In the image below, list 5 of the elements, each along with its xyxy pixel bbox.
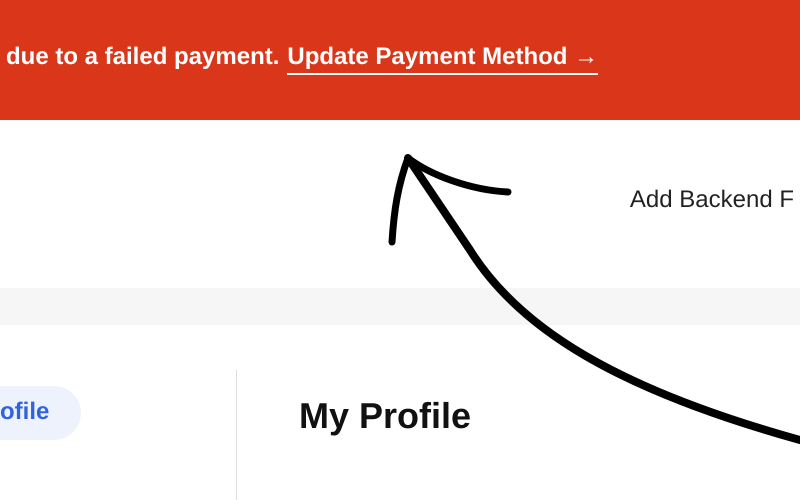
banner-message: due to a failed payment. <box>6 43 280 71</box>
add-backend-link[interactable]: Add Backend F <box>630 186 794 214</box>
sidebar-item[interactable]: ofile <box>0 386 82 440</box>
update-payment-link[interactable]: Update Payment Method → <box>287 43 598 75</box>
page-title: My Profile <box>299 395 472 437</box>
